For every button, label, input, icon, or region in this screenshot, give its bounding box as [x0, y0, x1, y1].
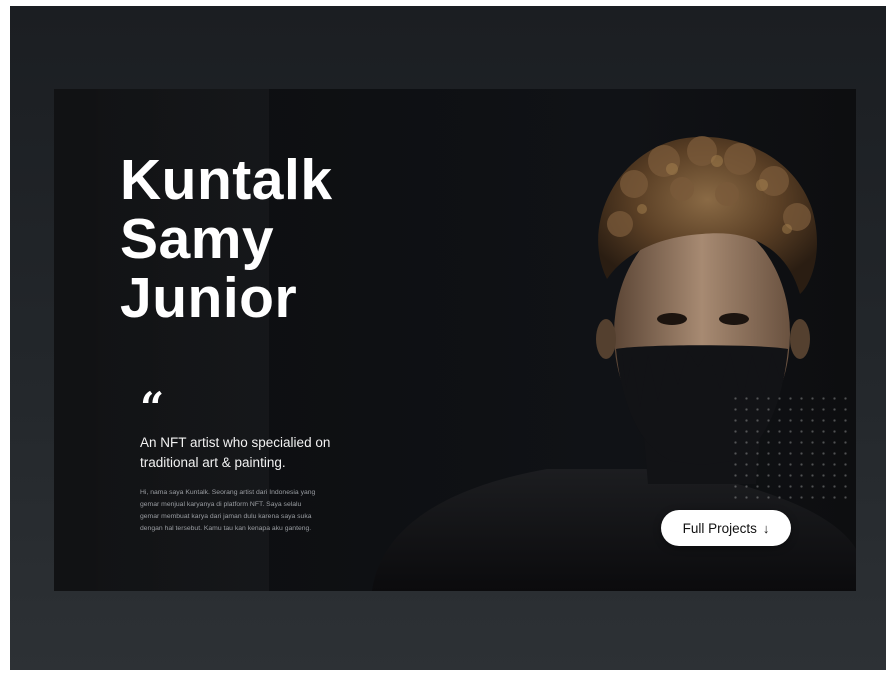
artist-bio: Hi, nama saya Kuntalk. Seorang artist da…: [140, 489, 316, 532]
artist-tagline: An NFT artist who specialied on traditio…: [140, 435, 331, 470]
artist-name-heading: Kuntalk Samy Junior: [120, 151, 333, 328]
hero-section: Kuntalk Samy Junior “ An NFT artist who …: [54, 89, 856, 591]
dot-grid-decoration: [730, 393, 850, 503]
arrow-down-icon: ↓: [762, 520, 770, 536]
full-projects-button[interactable]: Full Projects ↓: [661, 510, 791, 546]
artist-name-line-1: Kuntalk: [120, 148, 333, 212]
presentation-frame: Kuntalk Samy Junior “ An NFT artist who …: [10, 6, 886, 670]
artist-name-line-2: Samy: [120, 207, 275, 271]
artist-name-line-3: Junior: [120, 266, 298, 330]
full-projects-label: Full Projects: [682, 520, 757, 536]
quote-icon: “: [140, 383, 165, 432]
